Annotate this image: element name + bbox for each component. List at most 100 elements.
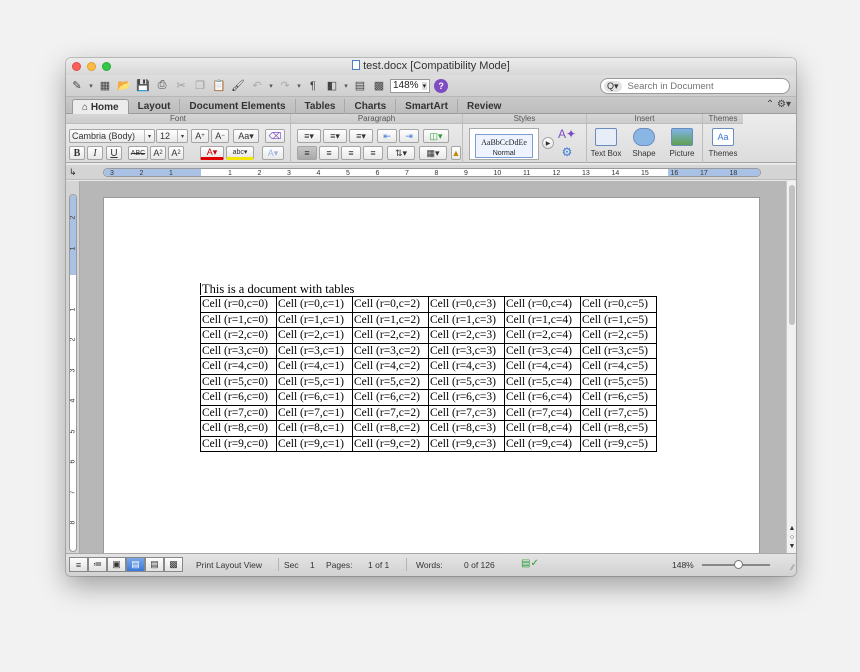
decrease-indent-button[interactable]: ⇤ [377,129,397,143]
text-effects-button[interactable]: A▾ [262,146,284,160]
superscript-button[interactable]: A2 [150,146,166,160]
undo-dropdown-icon[interactable]: ▾ [268,78,274,93]
table-cell[interactable]: Cell (r=3,c=4) [504,342,581,359]
justify-button[interactable]: ≡ [363,146,383,160]
font-size-select[interactable]: 12 ▾ [156,129,188,143]
table-cell[interactable]: Cell (r=8,c=2) [352,420,429,437]
page-nav-buttons[interactable]: ▲ ○ ▼ [787,524,796,551]
underline-button[interactable]: U [106,146,122,160]
table-cell[interactable]: Cell (r=1,c=0) [200,311,277,328]
table-cell[interactable]: Cell (r=1,c=4) [504,311,581,328]
strikethrough-button[interactable]: ABC [128,146,148,160]
table-cell[interactable]: Cell (r=6,c=0) [200,389,277,406]
highlight-button[interactable]: abc▾ [226,146,254,160]
table-cell[interactable]: Cell (r=4,c=0) [200,358,277,375]
table-cell[interactable]: Cell (r=5,c=3) [428,373,505,390]
shape-button[interactable]: Shape [625,127,663,161]
draft-view-button[interactable]: ≡ [69,557,88,572]
tab-charts[interactable]: Charts [345,99,397,114]
gallery-icon[interactable]: ▤ [352,78,368,93]
table-cell[interactable]: Cell (r=9,c=0) [200,435,277,452]
table-cell[interactable]: Cell (r=3,c=5) [580,342,657,359]
tab-home[interactable]: ⌂ Home [72,99,129,114]
tab-document-elements[interactable]: Document Elements [180,99,296,114]
numbering-button[interactable]: ≡▾ [323,129,347,143]
table-cell[interactable]: Cell (r=3,c=2) [352,342,429,359]
table-cell[interactable]: Cell (r=6,c=3) [428,389,505,406]
search-input[interactable] [627,80,768,92]
styles-gallery[interactable]: AaBbCcDdEe Normal [469,128,539,160]
undo-icon[interactable]: ↶ [249,78,265,93]
bullets-button[interactable]: ≡▾ [297,129,321,143]
table-cell[interactable]: Cell (r=7,c=3) [428,404,505,421]
table-cell[interactable]: Cell (r=0,c=1) [276,296,353,313]
document-table[interactable]: Cell (r=0,c=0) Cell (r=0,c=1) Cell (r=0,c=… [200,296,657,452]
table-cell[interactable]: Cell (r=8,c=1) [276,420,353,437]
redo-dropdown-icon[interactable]: ▾ [296,78,302,93]
format-painter-icon[interactable]: 🖌 [230,78,246,93]
tab-smartart[interactable]: SmartArt [396,99,458,114]
zoom-select[interactable]: 148% ▾ [390,78,431,93]
sidebar-icon[interactable]: ◧ [324,78,340,93]
collapse-ribbon-icon[interactable]: ⌃ [766,99,774,110]
grow-font-button[interactable]: A + [191,129,209,143]
pilcrow-icon[interactable]: ¶ [305,78,321,93]
horizontal-ruler[interactable]: ↳ 3 2 1 1 2 3 4 5 6 7 8 9 10 11 12 13 14 15 16 17 18 [66,165,796,180]
spelling-icon[interactable]: ▤✓ [521,558,539,569]
table-cell[interactable]: Cell (r=7,c=5) [580,404,657,421]
italic-button[interactable]: I [87,146,103,160]
align-right-button[interactable]: ≡ [341,146,361,160]
copy-icon[interactable]: ❐ [192,78,208,93]
text-box-button[interactable]: Text Box [587,127,625,161]
bold-button[interactable]: B [69,146,85,160]
multilevel-list-button[interactable]: ≡▾ [349,129,373,143]
table-cell[interactable]: Cell (r=0,c=3) [428,296,505,313]
outline-view-button[interactable]: ≔ [88,557,107,572]
print-layout-view-button[interactable]: ▤ [126,557,145,572]
clear-formatting-button[interactable]: ⌫ [265,129,285,143]
shrink-font-button[interactable]: A − [211,129,229,143]
tab-stop-icon[interactable]: ↳ [69,167,77,178]
align-center-button[interactable]: ≡ [319,146,339,160]
table-cell[interactable]: Cell (r=9,c=2) [352,435,429,452]
table-cell[interactable]: Cell (r=1,c=5) [580,311,657,328]
table-cell[interactable]: Cell (r=0,c=5) [580,296,657,313]
table-cell[interactable]: Cell (r=4,c=2) [352,358,429,375]
open-icon[interactable]: 📂 [116,78,132,93]
table-cell[interactable]: Cell (r=8,c=0) [200,420,277,437]
redo-icon[interactable]: ↷ [277,78,293,93]
new-doc-icon[interactable]: ✎ [69,78,85,93]
notebook-view-button[interactable]: ▤ [145,557,164,572]
font-color-button[interactable]: A▾ [200,146,224,160]
table-cell[interactable]: Cell (r=3,c=1) [276,342,353,359]
vertical-ruler-bar[interactable]: 2 1 1 2 3 4 5 6 7 8 9 [69,194,77,552]
table-cell[interactable]: Cell (r=2,c=3) [428,327,505,344]
font-name-select[interactable]: Cambria (Body) ▾ [69,129,155,143]
table-cell[interactable]: Cell (r=5,c=0) [200,373,277,390]
table-cell[interactable]: Cell (r=2,c=2) [352,327,429,344]
document-page[interactable]: This is a document with tables Cell (r=0… [104,198,759,576]
tab-review[interactable]: Review [458,99,510,114]
table-cell[interactable]: Cell (r=4,c=3) [428,358,505,375]
templates-icon[interactable]: ▦ [97,78,113,93]
vertical-ruler[interactable]: 2 1 1 2 3 4 5 6 7 8 9 [66,181,80,553]
table-cell[interactable]: Cell (r=8,c=3) [428,420,505,437]
table-cell[interactable]: Cell (r=2,c=4) [504,327,581,344]
columns-button[interactable]: ◫▾ [423,129,449,143]
new-dropdown-icon[interactable]: ▾ [88,78,94,93]
table-cell[interactable]: Cell (r=2,c=5) [580,327,657,344]
focus-view-button[interactable]: ▩ [164,557,183,572]
table-cell[interactable]: Cell (r=5,c=1) [276,373,353,390]
publishing-view-button[interactable]: ▣ [107,557,126,572]
styles-pane-icon[interactable]: A✦ [558,126,576,141]
zoom-slider[interactable] [702,560,770,569]
print-icon[interactable]: ⎙ [154,78,170,93]
table-cell[interactable]: Cell (r=0,c=2) [352,296,429,313]
table-cell[interactable]: Cell (r=9,c=1) [276,435,353,452]
table-cell[interactable]: Cell (r=5,c=5) [580,373,657,390]
table-cell[interactable]: Cell (r=1,c=3) [428,311,505,328]
style-normal[interactable]: AaBbCcDdEe Normal [475,134,533,158]
help-button[interactable]: ? [433,78,449,93]
table-cell[interactable]: Cell (r=2,c=0) [200,327,277,344]
media-icon[interactable]: ▩ [371,78,387,93]
